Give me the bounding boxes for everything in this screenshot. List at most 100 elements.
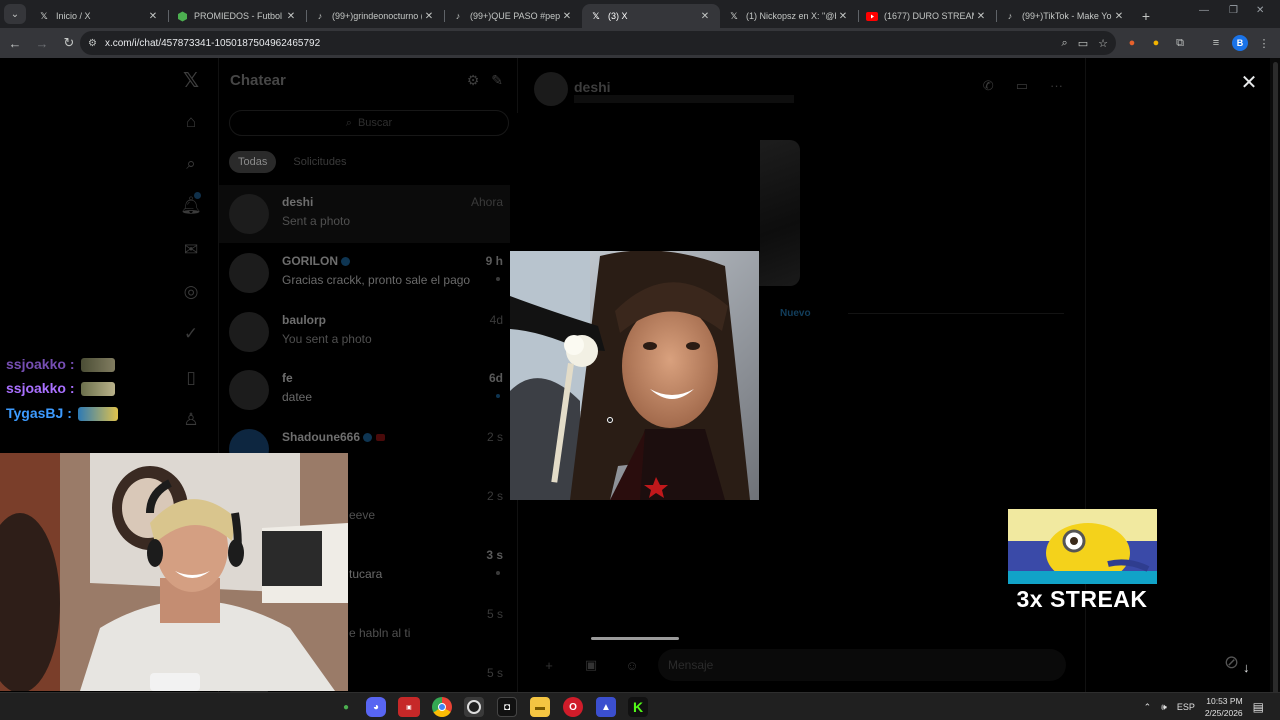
close-tab-icon[interactable]: ✕ [560, 11, 574, 22]
profile-icon[interactable]: ♙ [179, 408, 203, 432]
conversation-item[interactable]: fe datee 6d [219, 361, 517, 419]
close-tab-icon[interactable]: ✕ [698, 11, 712, 22]
bookmarks-icon[interactable]: ▯ [179, 366, 203, 390]
filter-all[interactable]: Todas [229, 151, 277, 173]
cast-icon[interactable]: ▭ [1078, 37, 1088, 50]
profile-avatar[interactable]: B [1232, 35, 1248, 51]
viewed-photo[interactable] [510, 251, 759, 500]
chat-username: ssjoakko [6, 356, 66, 372]
messages-icon[interactable]: ✉ [179, 238, 203, 262]
obs-scene-icon[interactable]: ▣ [398, 697, 420, 717]
new-tab-button[interactable]: + [1134, 4, 1158, 28]
settings-gear-icon[interactable]: ⚙ [467, 72, 480, 89]
extensions-puzzle-icon[interactable]: ⧉ [1172, 35, 1188, 51]
conversation-time: 3 s [486, 548, 503, 562]
add-attachment-icon[interactable]: + [538, 654, 560, 676]
capcut-icon[interactable]: ◘ [497, 697, 517, 717]
opera-icon[interactable]: O [563, 697, 583, 717]
browser-tab-active[interactable]: 𝕏 (3) X ✕ [582, 4, 720, 28]
discord-icon[interactable]: ◕ [366, 697, 386, 717]
volume-icon[interactable]: 🕪︎ [1161, 702, 1167, 713]
app-icon[interactable]: ▲ [596, 697, 616, 717]
bookmark-star-icon[interactable]: ☆ [1098, 37, 1108, 50]
x-logo-icon[interactable]: 𝕏 [179, 68, 203, 92]
home-icon[interactable]: ⌂ [179, 110, 203, 134]
obs-icon[interactable] [464, 697, 484, 717]
emote-image [80, 382, 115, 397]
conversation-preview: datee [282, 390, 313, 404]
reload-button[interactable]: ↻ [57, 31, 81, 55]
search-icon: ⌕ [345, 116, 352, 129]
arrow-down-icon[interactable]: ↓ [1243, 660, 1250, 675]
browser-tab[interactable]: ♪ (99+)TikTok - Make Your D ✕ [996, 4, 1134, 28]
photo-illustration [510, 251, 759, 500]
gif-icon[interactable]: ▣ [580, 654, 602, 676]
page-scrollbar[interactable] [1270, 58, 1280, 692]
new-message-icon[interactable]: ✎ [491, 72, 503, 89]
conversation-time: 9 h [485, 254, 503, 268]
browser-tab[interactable]: (1677) DURO STREAM DE ✕ [858, 4, 996, 28]
extension-fox-icon[interactable]: ● [1124, 35, 1140, 51]
file-explorer-icon[interactable]: ▬ [530, 697, 550, 717]
avatar [534, 72, 568, 106]
chat-search-input[interactable]: ⌕ Buscar [229, 110, 509, 136]
filter-requests[interactable]: Solicitudes [284, 151, 355, 173]
clock[interactable]: 10:53 PM 2/25/2026 [1205, 695, 1243, 719]
close-tab-icon[interactable]: ✕ [284, 11, 298, 22]
minimize-icon[interactable]: — [1199, 5, 1209, 16]
grok-icon[interactable]: ⊘ [1224, 652, 1239, 673]
close-tab-icon[interactable]: ✕ [836, 11, 850, 22]
restore-icon[interactable]: ❐ [1229, 5, 1238, 16]
media-scroll-indicator[interactable] [591, 637, 679, 640]
video-call-icon[interactable]: ▭ [1016, 78, 1028, 94]
more-options-icon[interactable]: ··· [1050, 78, 1063, 94]
emoji-icon[interactable]: ☺ [621, 654, 643, 676]
clock-date: 2/25/2026 [1204, 708, 1243, 718]
notifications-icon[interactable]: 🔔︎ [179, 192, 203, 218]
conversation-item[interactable]: GORILON Gracias crackk, pronto sale el p… [219, 244, 517, 302]
zoom-icon[interactable]: ⌕ [1062, 37, 1068, 50]
browser-tab[interactable]: ♪ (99+)grindeonocturno (@ ✕ [306, 4, 444, 28]
browser-tab[interactable]: 𝕏 (1) Nickopsz en X: "@beo ✕ [720, 4, 858, 28]
browser-tab[interactable]: ♪ (99+)QUE PASO #pepu # ✕ [444, 4, 582, 28]
site-info-icon[interactable]: ⚙ [88, 38, 97, 49]
grok-icon[interactable]: ◎ [179, 280, 203, 304]
browser-tab[interactable]: PROMIEDOS - Futbol Argentino ✕ [168, 4, 306, 28]
tiktok-icon: ♪ [1007, 11, 1013, 21]
conversation-item[interactable]: deshi Sent a photo Ahora [219, 185, 517, 243]
close-tab-icon[interactable]: ✕ [974, 11, 988, 22]
extensions-area: ● ● ⧉ ≡ B ⋮ [1124, 31, 1272, 55]
communities-icon[interactable]: ✓ [179, 322, 203, 346]
forward-button[interactable]: → [30, 31, 54, 55]
window-close-icon[interactable]: ✕ [1256, 5, 1264, 16]
url-text[interactable]: x.com/i/chat/457873341-10501875049624657… [105, 38, 1062, 49]
conversation-item[interactable]: baulorp You sent a photo 4d [219, 303, 517, 361]
spotify-icon[interactable]: ● [341, 697, 351, 717]
address-bar[interactable]: ⚙ x.com/i/chat/457873341-105018750496246… [80, 31, 1116, 55]
back-button[interactable]: ← [3, 31, 27, 55]
chrome-icon[interactable] [432, 697, 452, 717]
conversation-name: deshi [282, 195, 314, 209]
x-logo-icon: 𝕏 [40, 10, 48, 21]
tab-search-button[interactable]: ⌄ [4, 4, 26, 24]
x-logo-icon: 𝕏 [730, 10, 738, 21]
input-language[interactable]: ESP [1177, 702, 1195, 712]
stream-chat-overlay: ssjoakko : ssjoakko : TygasBJ : [6, 356, 146, 426]
chevron-up-icon[interactable]: ⌃ [1144, 702, 1152, 713]
explore-icon[interactable]: ⌕ [179, 152, 203, 176]
notifications-center-icon[interactable]: ▤ [1253, 700, 1264, 714]
browser-menu-icon[interactable]: ⋮ [1256, 35, 1272, 51]
conversation-header-name[interactable]: deshi [574, 79, 611, 95]
media-controls-icon[interactable]: ≡ [1208, 35, 1224, 51]
phone-call-icon[interactable]: ✆ [983, 78, 994, 94]
clock-time: 10:53 PM [1206, 696, 1243, 706]
close-media-viewer-icon[interactable]: ✕ [1238, 71, 1260, 94]
message-input[interactable]: Mensaje [658, 649, 1066, 681]
kick-icon[interactable]: K [628, 697, 648, 717]
extension-color-icon[interactable]: ● [1148, 35, 1164, 51]
close-tab-icon[interactable]: ✕ [422, 11, 436, 22]
close-tab-icon[interactable]: ✕ [146, 11, 160, 22]
browser-tab[interactable]: 𝕏 Inicio / X ✕ [30, 4, 168, 28]
photo-message[interactable] [758, 140, 800, 286]
close-tab-icon[interactable]: ✕ [1112, 11, 1126, 22]
